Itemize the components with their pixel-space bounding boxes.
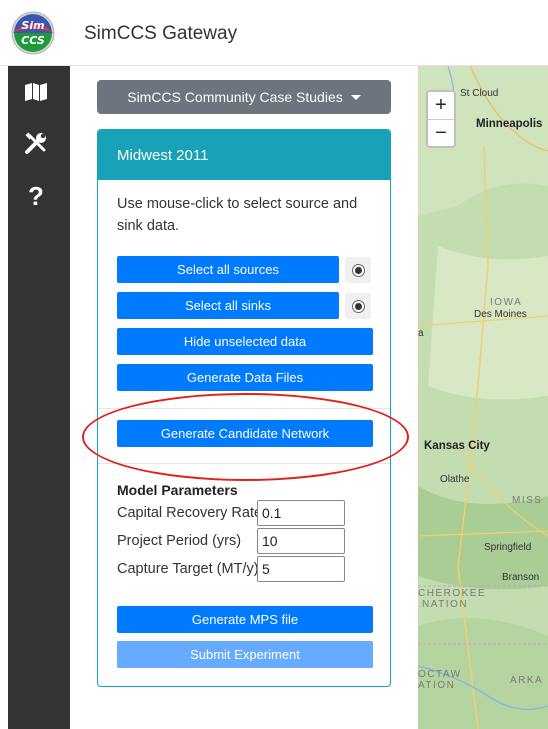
map-label-a: a bbox=[418, 328, 424, 339]
map-label-missouri: MISS bbox=[512, 495, 543, 506]
map-label-choctaw-2: ATION bbox=[418, 680, 456, 691]
app-title[interactable]: SimCCS Gateway bbox=[84, 23, 237, 45]
map-label-iowa: IOWA bbox=[490, 297, 523, 308]
svg-text:CCS: CCS bbox=[21, 34, 45, 47]
project-period-input[interactable]: 10 bbox=[257, 528, 345, 554]
sidebar: ? bbox=[8, 66, 70, 729]
map-label-minneapolis: Minneapolis bbox=[476, 118, 543, 130]
hide-unselected-button[interactable]: Hide unselected data bbox=[117, 328, 373, 355]
project-period-label: Project Period (yrs) bbox=[117, 533, 242, 549]
capital-recovery-input[interactable]: 0.1 bbox=[257, 500, 345, 526]
capture-target-input[interactable]: 5 bbox=[257, 556, 345, 582]
radio-selected-icon bbox=[351, 263, 365, 277]
map-label-olathe: Olathe bbox=[440, 474, 470, 485]
dropdown-label: SimCCS Community Case Studies bbox=[127, 89, 343, 105]
question-icon[interactable]: ? bbox=[22, 181, 50, 211]
map-background bbox=[418, 66, 548, 729]
zoom-in-button[interactable]: + bbox=[428, 92, 454, 119]
capture-target-label: Capture Target (MT/y) bbox=[117, 561, 259, 577]
generate-mps-button[interactable]: Generate MPS file bbox=[117, 606, 373, 633]
map-label-des-moines: Des Moines bbox=[474, 309, 527, 320]
caret-down-icon bbox=[350, 94, 361, 100]
zoom-out-button[interactable]: − bbox=[428, 120, 454, 147]
map-view[interactable]: + − St Cloud Minneapolis IOWA Des Moines… bbox=[418, 66, 548, 729]
case-studies-dropdown[interactable]: SimCCS Community Case Studies bbox=[97, 80, 391, 114]
sinks-visibility-toggle[interactable] bbox=[345, 293, 371, 319]
simccs-logo[interactable]: Sim CCS bbox=[8, 10, 58, 56]
model-parameters-heading: Model Parameters bbox=[117, 482, 238, 498]
map-label-springfield: Springfield bbox=[484, 542, 532, 553]
tools-icon[interactable] bbox=[22, 130, 50, 158]
highlight-ellipse bbox=[82, 393, 409, 481]
map-label-cherokee-2: NATION bbox=[422, 599, 469, 610]
map-icon[interactable] bbox=[22, 78, 50, 106]
select-all-sources-button[interactable]: Select all sources bbox=[117, 256, 339, 283]
map-label-cherokee-1: CHEROKEE bbox=[418, 588, 487, 599]
submit-experiment-button[interactable]: Submit Experiment bbox=[117, 641, 373, 668]
svg-text:Sim: Sim bbox=[21, 19, 44, 32]
map-label-st-cloud: St Cloud bbox=[460, 88, 499, 99]
select-all-sinks-button[interactable]: Select all sinks bbox=[117, 292, 339, 319]
zoom-control: + − bbox=[426, 90, 456, 148]
map-label-choctaw-1: OCTAW bbox=[418, 669, 462, 680]
sources-visibility-toggle[interactable] bbox=[345, 257, 371, 283]
generate-data-files-button[interactable]: Generate Data Files bbox=[117, 364, 373, 391]
map-label-branson: Branson bbox=[502, 572, 540, 583]
capital-recovery-label: Capital Recovery Rate bbox=[117, 505, 263, 521]
radio-selected-icon bbox=[351, 299, 365, 313]
map-label-arkansas: ARKA bbox=[510, 675, 544, 686]
card-title: Midwest 2011 bbox=[98, 130, 390, 180]
map-label-kansas-city: Kansas City bbox=[424, 440, 490, 452]
instructions-text: Use mouse-click to select source and sin… bbox=[117, 196, 358, 234]
top-navbar: Sim CCS SimCCS Gateway bbox=[0, 0, 548, 66]
